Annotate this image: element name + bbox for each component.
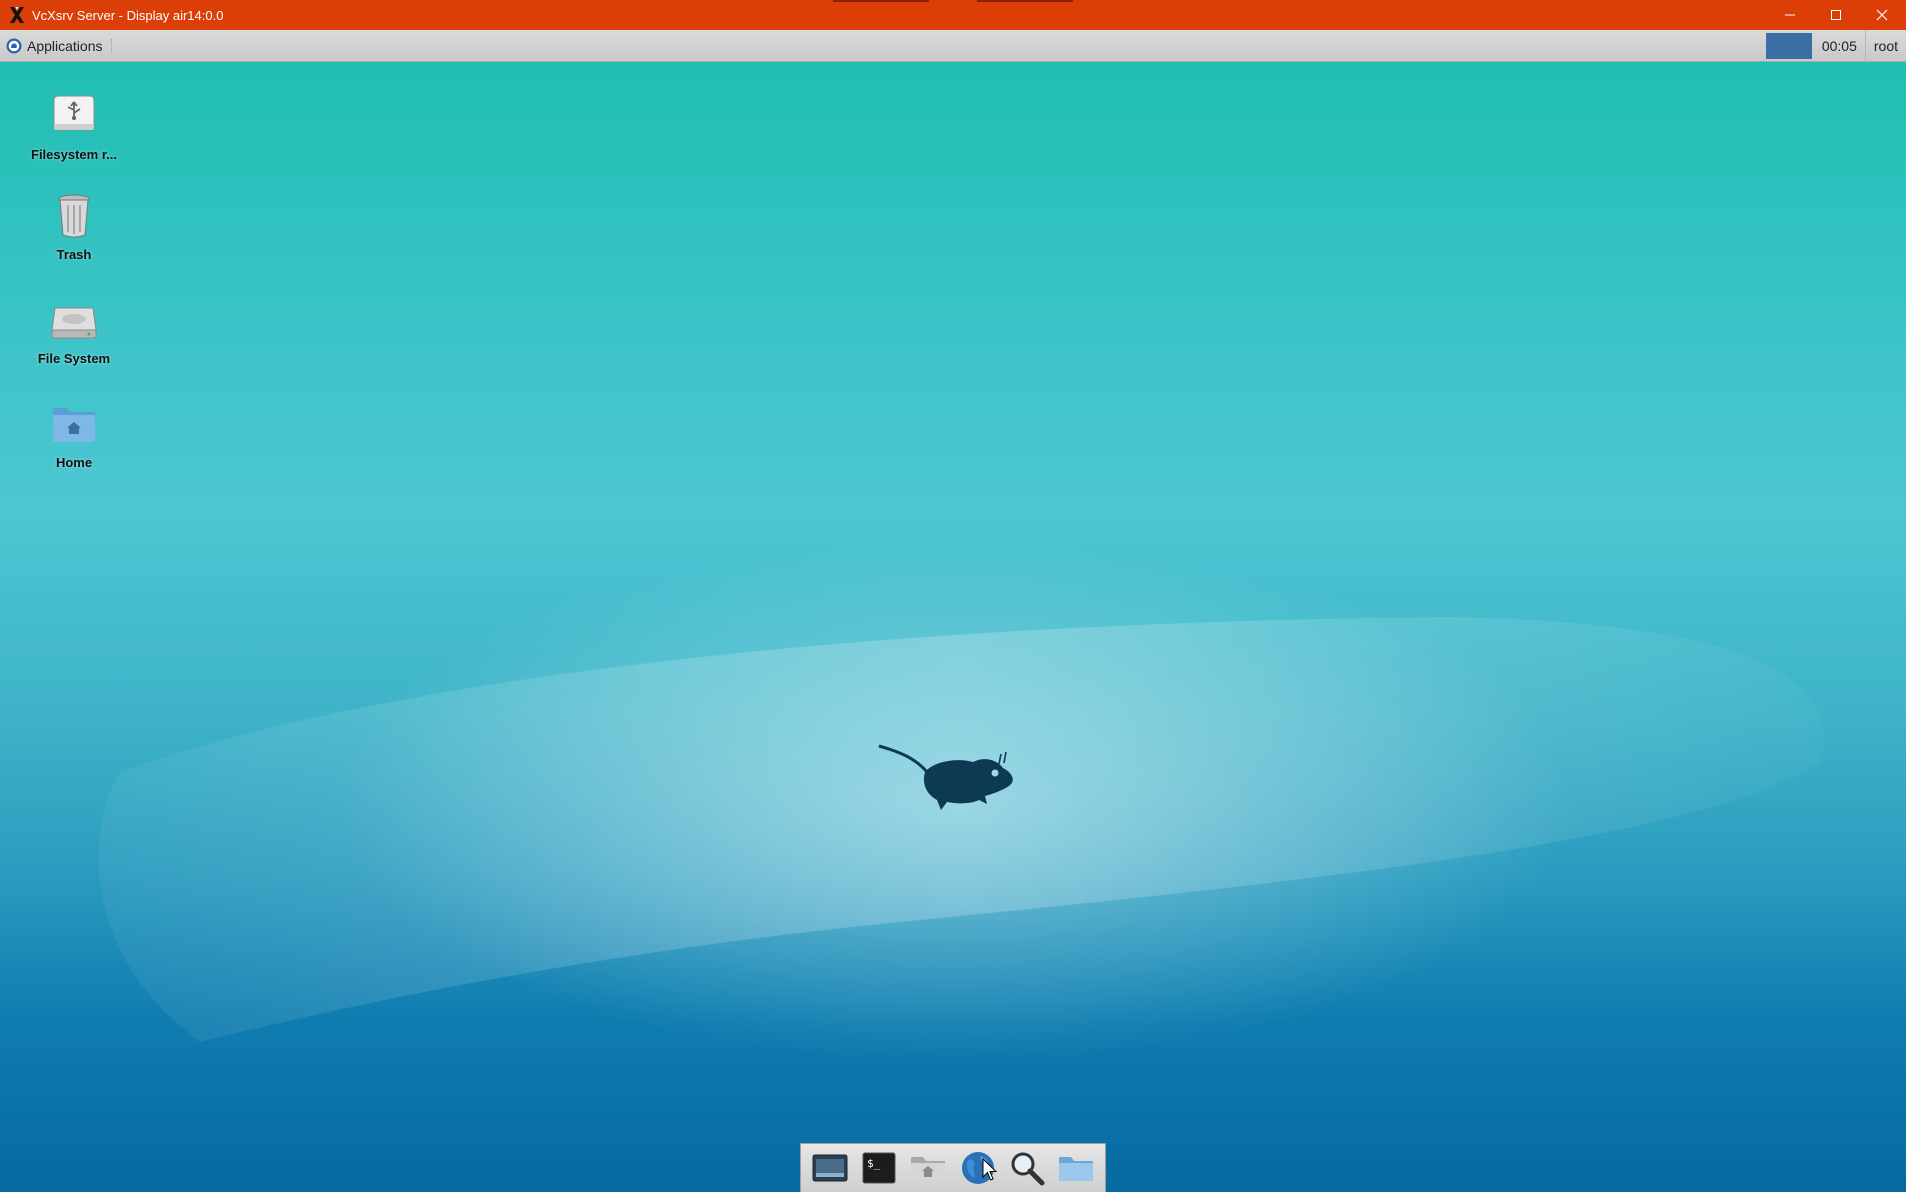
search-icon xyxy=(1011,1152,1045,1186)
dock-file-manager[interactable] xyxy=(1054,1147,1098,1189)
hard-drive-icon xyxy=(51,307,97,339)
applications-menu-button[interactable]: Applications xyxy=(0,30,123,61)
dock-home-folder[interactable] xyxy=(906,1147,950,1189)
desktop-icon-label: File System xyxy=(37,351,111,366)
close-icon xyxy=(1876,9,1888,21)
minimize-button[interactable] xyxy=(1767,0,1813,30)
workspace-switcher[interactable] xyxy=(1765,32,1812,59)
panel-separator xyxy=(110,38,115,53)
dock-search[interactable] xyxy=(1005,1147,1049,1189)
user-menu[interactable]: root xyxy=(1864,30,1906,61)
desktop[interactable]: Filesystem r... Trash File System Home xyxy=(0,62,1906,1192)
home-folder-icon xyxy=(53,408,95,442)
bottom-dock: $_ xyxy=(800,1143,1106,1192)
desktop-icon-home[interactable]: Home xyxy=(19,398,129,470)
window-titlebar[interactable]: VcXsrv Server - Display air14:0.0 xyxy=(0,0,1906,30)
svg-text:$_: $_ xyxy=(867,1157,881,1170)
title-tab-indicator xyxy=(833,0,929,2)
show-desktop-icon xyxy=(812,1154,848,1182)
desktop-icon-label: Filesystem r... xyxy=(31,147,117,162)
xfce-mouse-logo xyxy=(878,744,1013,810)
desktop-icon-filesystem-removable[interactable]: Filesystem r... xyxy=(19,90,129,162)
folder-icon xyxy=(1059,1157,1094,1181)
top-panel: Applications 00:05 root xyxy=(0,30,1906,62)
maximize-button[interactable] xyxy=(1813,0,1859,30)
usb-drive-icon xyxy=(53,95,95,131)
mouse-pointer-icon xyxy=(982,1158,998,1181)
maximize-icon xyxy=(1831,10,1841,20)
xfce-logo-icon xyxy=(6,38,22,53)
dock-show-desktop[interactable] xyxy=(808,1147,852,1189)
desktop-icon-label: Trash xyxy=(56,247,92,262)
wallpaper-swoosh xyxy=(98,617,1824,1042)
desktop-icon-file-system[interactable]: File System xyxy=(19,294,129,366)
desktop-icon-trash[interactable]: Trash xyxy=(19,190,129,262)
desktop-icon-label: Home xyxy=(55,455,93,470)
trash-icon xyxy=(58,194,90,238)
applications-label: Applications xyxy=(27,37,103,54)
home-folder-icon xyxy=(911,1157,946,1181)
panel-clock[interactable]: 00:05 xyxy=(1816,38,1865,54)
terminal-icon: $_ xyxy=(862,1152,896,1184)
title-tab-indicator xyxy=(977,0,1073,2)
window-title: VcXsrv Server - Display air14:0.0 xyxy=(32,7,224,23)
dock-terminal[interactable]: $_ xyxy=(857,1147,901,1189)
minimize-icon xyxy=(1785,14,1795,16)
close-button[interactable] xyxy=(1859,0,1905,30)
vcxsrv-x-icon xyxy=(10,7,24,23)
